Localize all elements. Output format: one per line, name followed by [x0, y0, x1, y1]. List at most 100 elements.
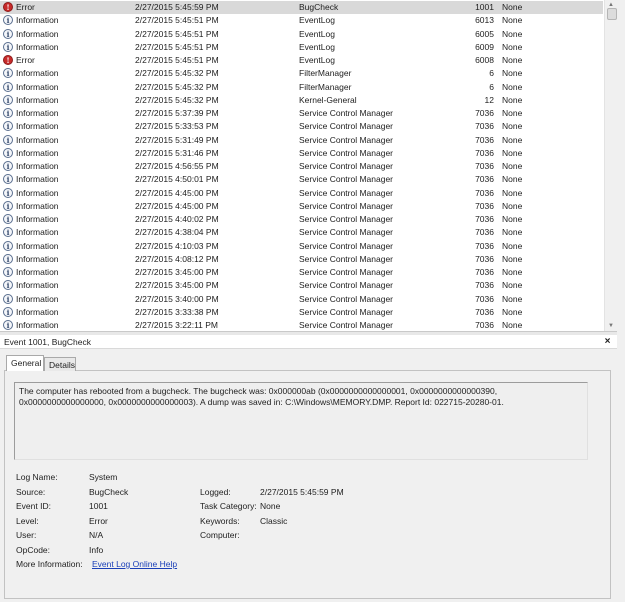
info-icon: i [3, 320, 13, 330]
event-level: Information [16, 68, 59, 79]
event-id: 7036 [475, 320, 494, 330]
event-id: 7036 [475, 147, 494, 158]
event-task-category: None [502, 121, 523, 132]
event-id: 7036 [475, 200, 494, 211]
event-row[interactable]: i Information 2/27/2015 3:33:38 PM Service … [0, 306, 603, 319]
event-row[interactable]: ! Error 2/27/2015 5:45:59 PM BugCheck 1001 No… [0, 1, 603, 14]
event-level: Information [16, 161, 59, 171]
event-row[interactable]: i Information 2/27/2015 5:45:51 PM EventLog… [0, 14, 603, 27]
level-label: Level: [16, 516, 39, 526]
logged-value: 2/27/2015 5:45:59 PM [260, 487, 344, 497]
event-id: 6013 [475, 15, 494, 26]
event-level: Information [16, 15, 59, 26]
info-icon: i [3, 147, 13, 158]
event-level: Information [16, 267, 59, 277]
event-task-category: None [502, 108, 523, 118]
event-row[interactable]: i Information 2/27/2015 5:45:51 PM EventLog… [0, 41, 603, 54]
event-row[interactable]: i Information 2/27/2015 4:40:02 PM Service … [0, 213, 603, 226]
event-row[interactable]: i Information 2/27/2015 5:45:32 PM FilterMa… [0, 67, 603, 80]
event-date-time: 2/27/2015 5:37:39 PM [135, 108, 219, 118]
event-level: Information [16, 81, 59, 92]
info-icon: i [3, 121, 13, 132]
event-date-time: 2/27/2015 5:45:51 PM [135, 28, 219, 39]
info-icon: i [3, 200, 13, 211]
event-level: Information [16, 320, 59, 330]
event-list[interactable]: ! Error 2/27/2015 5:45:59 PM BugCheck 1001 No… [0, 0, 617, 331]
event-row[interactable]: i Information 2/27/2015 5:33:53 PM Service … [0, 120, 603, 133]
event-task-category: None [502, 306, 523, 317]
event-level: Information [16, 41, 59, 52]
keywords-label: Keywords: [200, 516, 240, 526]
event-row[interactable]: i Information 2/27/2015 5:45:51 PM EventLog… [0, 28, 603, 41]
event-source: Service Control Manager [299, 121, 394, 132]
user-label: User: [16, 530, 37, 540]
event-row[interactable]: i Information 2/27/2015 4:08:12 PM Service … [0, 253, 603, 266]
event-row[interactable]: i Information 2/27/2015 3:45:00 PM Service … [0, 279, 603, 292]
event-log-online-help-link[interactable]: Event Log Online Help [92, 559, 177, 569]
event-row[interactable]: i Information 2/27/2015 4:56:55 PM Service … [0, 160, 603, 173]
event-level: Information [16, 94, 59, 105]
event-id: 7036 [475, 227, 494, 238]
event-source: Service Control Manager [299, 214, 394, 224]
event-row[interactable]: i Information 2/27/2015 5:31:49 PM Service … [0, 134, 603, 147]
event-row[interactable]: i Information 2/27/2015 5:45:32 PM FilterMa… [0, 81, 603, 94]
event-date-time: 2/27/2015 5:45:59 PM [135, 2, 219, 12]
event-source: Service Control Manager [299, 147, 394, 158]
event-date-time: 2/27/2015 5:45:32 PM [135, 81, 219, 92]
tab-details[interactable]: Details [44, 357, 76, 371]
event-row[interactable]: i Information 2/27/2015 3:22:11 PM Service … [0, 319, 603, 331]
event-source: Service Control Manager [299, 267, 394, 277]
event-task-category: None [502, 187, 523, 198]
event-id: 7036 [475, 240, 494, 251]
event-level: Information [16, 200, 59, 211]
task-category-value: None [260, 501, 281, 511]
event-source: Service Control Manager [299, 134, 394, 145]
event-row[interactable]: i Information 2/27/2015 5:37:39 PM Service … [0, 107, 603, 120]
scroll-down-arrow-icon[interactable]: ▼ [605, 321, 617, 331]
event-id: 1001 [475, 2, 494, 12]
event-level: Information [16, 187, 59, 198]
event-row[interactable]: i Information 2/27/2015 4:45:00 PM Service … [0, 187, 603, 200]
event-date-time: 2/27/2015 4:08:12 PM [135, 253, 219, 264]
scroll-thumb[interactable] [607, 8, 617, 20]
event-id: 7036 [475, 174, 494, 185]
event-id: 7036 [475, 187, 494, 198]
event-row[interactable]: i Information 2/27/2015 4:45:00 PM Service … [0, 200, 603, 213]
event-id-value: 1001 [89, 501, 108, 511]
event-date-time: 2/27/2015 4:45:00 PM [135, 200, 219, 211]
window-edge [617, 0, 625, 602]
event-id: 7036 [475, 121, 494, 132]
event-source: Service Control Manager [299, 161, 394, 171]
info-icon: i [3, 240, 13, 251]
close-icon[interactable]: × [602, 335, 613, 348]
tab-general[interactable]: General [6, 355, 44, 371]
event-list-scrollbar[interactable]: ▲ ▼ [604, 0, 617, 331]
log-name-value: System [89, 472, 118, 482]
event-row[interactable]: i Information 2/27/2015 5:31:46 PM Service … [0, 147, 603, 160]
event-level: Information [16, 134, 59, 145]
info-icon: i [3, 187, 13, 198]
event-row[interactable]: i Information 2/27/2015 4:50:01 PM Service … [0, 173, 603, 186]
event-id: 7036 [475, 306, 494, 317]
event-date-time: 2/27/2015 5:31:49 PM [135, 134, 219, 145]
event-source: Service Control Manager [299, 174, 394, 185]
event-date-time: 2/27/2015 3:33:38 PM [135, 306, 219, 317]
event-row[interactable]: i Information 2/27/2015 3:45:00 PM Service … [0, 266, 603, 279]
event-id: 7036 [475, 253, 494, 264]
event-date-time: 2/27/2015 5:33:53 PM [135, 121, 219, 132]
event-row[interactable]: i Information 2/27/2015 3:40:00 PM Service … [0, 293, 603, 306]
event-task-category: None [502, 253, 523, 264]
event-row[interactable]: ! Error 2/27/2015 5:45:51 PM EventLog 6008 No… [0, 54, 603, 67]
event-message-box[interactable]: The computer has rebooted from a bugchec… [14, 382, 588, 460]
event-row[interactable]: i Information 2/27/2015 4:38:04 PM Service … [0, 226, 603, 239]
event-task-category: None [502, 94, 523, 105]
event-row[interactable]: i Information 2/27/2015 4:10:03 PM Service … [0, 240, 603, 253]
event-date-time: 2/27/2015 3:22:11 PM [135, 320, 219, 330]
event-source: Service Control Manager [299, 187, 394, 198]
event-row[interactable]: i Information 2/27/2015 5:45:32 PM Kernel-G… [0, 94, 603, 107]
event-date-time: 2/27/2015 4:38:04 PM [135, 227, 219, 238]
event-id: 6009 [475, 41, 494, 52]
event-source: EventLog [299, 41, 335, 52]
details-pane: General Details The computer has reboote… [0, 349, 617, 602]
event-level: Information [16, 293, 59, 304]
